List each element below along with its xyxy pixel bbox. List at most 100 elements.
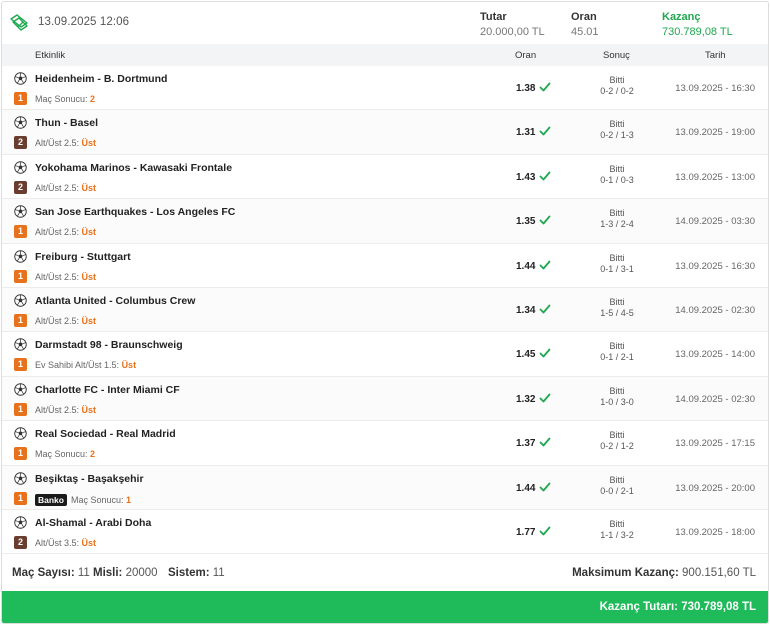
soccer-ball-icon	[14, 338, 27, 352]
stake-block: Tutar 20.000,00 TL	[480, 11, 545, 38]
checkmark-icon	[539, 171, 551, 181]
result-score: 0-1 / 0-3	[600, 174, 634, 185]
soccer-ball-icon	[14, 294, 27, 307]
odd-value: 1.31	[516, 127, 536, 139]
banko-badge: Banko	[35, 493, 67, 506]
col-odds: Oran	[515, 50, 537, 61]
bet-selection: Alt/Üst 2.5: Üst	[35, 227, 96, 237]
odd-value: 1.37	[516, 438, 536, 450]
match-name: Atlanta United - Columbus Crew	[35, 294, 196, 307]
odd-value: 1.44	[516, 482, 536, 494]
mbs-badge: 1	[14, 358, 27, 372]
bet-selection: Alt/Üst 2.5: Üst	[35, 183, 96, 193]
odd-value: 1.34	[516, 304, 536, 316]
match-name: San Jose Earthquakes - Los Angeles FC	[35, 206, 236, 219]
match-date: 14.09.2025 - 03:30	[675, 216, 755, 228]
col-result: Sonuç	[603, 50, 630, 61]
market-label: Alt/Üst 2.5:	[35, 182, 80, 193]
mbs-badge: 1	[14, 402, 27, 416]
pick-value: Üst	[81, 138, 97, 149]
soccer-ball-icon	[14, 516, 27, 529]
checkmark-icon	[539, 437, 551, 447]
event-row: Al-Shamal - Arabi Doha 2 Alt/Üst 3.5: Üs…	[2, 509, 768, 555]
result-score: 0-1 / 2-1	[600, 352, 634, 363]
result-score: 0-2 / 1-2	[600, 441, 634, 452]
event-row: Freiburg - Stuttgart 1 Alt/Üst 2.5: Üst …	[2, 243, 768, 288]
soccer-ball-icon	[14, 161, 27, 174]
system: Sistem: 11	[168, 567, 225, 579]
total-win-bar: Kazanç Tutarı: 730.789,08 TL	[2, 591, 768, 623]
pick-value: 2	[90, 94, 96, 104]
result-score: 1-1 / 3-2	[600, 529, 634, 540]
odd-value: 1.35	[516, 216, 536, 228]
mbs-badge: 2	[14, 180, 27, 194]
bet-selection: Alt/Üst 2.5: Üst	[35, 405, 96, 415]
match-result: Bitti 0-0 / 2-1	[582, 475, 652, 497]
result-score: 1-3 / 2-4	[600, 219, 634, 230]
match-date: 13.09.2025 - 20:00	[675, 482, 755, 494]
result-status: Bitti	[609, 430, 625, 441]
soccer-ball-icon	[14, 471, 27, 485]
market-label: Ev Sahibi Alt/Üst 1.5:	[35, 360, 120, 371]
match-name: Yokohama Marinos - Kawasaki Frontale	[35, 161, 233, 174]
bet-selection: Alt/Üst 3.5: Üst	[35, 538, 96, 548]
bet-selection: Alt/Üst 2.5: Üst	[35, 272, 96, 282]
market-label: Alt/Üst 2.5:	[35, 227, 80, 238]
checkmark-icon	[539, 215, 551, 225]
mbs-badge: 1	[14, 225, 27, 239]
match-count: Maç Sayısı: 11	[12, 567, 90, 579]
event-row: Beşiktaş - Başakşehir 1 Banko Maç Sonucu:…	[2, 465, 768, 510]
result-status: Bitti	[609, 119, 625, 130]
col-event: Etkinlik	[35, 50, 66, 61]
match-date: 13.09.2025 - 13:00	[675, 171, 755, 183]
match-result: Bitti 1-0 / 3-0	[582, 386, 652, 408]
checkmark-icon	[539, 260, 551, 269]
multiplier: Misli: 20000	[93, 567, 158, 579]
pick-value: 2	[90, 449, 96, 460]
checkmark-icon	[539, 393, 551, 403]
match-date: 13.09.2025 - 14:00	[675, 349, 755, 361]
result-status: Bitti	[609, 252, 625, 263]
match-date: 14.09.2025 - 02:30	[675, 393, 755, 405]
checkmark-icon	[539, 526, 551, 536]
market-label: Alt/Üst 2.5:	[35, 315, 80, 326]
pick-value: Üst	[121, 360, 137, 371]
checkmark-icon	[539, 304, 551, 314]
mbs-badge: 2	[14, 535, 27, 549]
market-label: Maç Sonucu:	[70, 494, 124, 505]
stake-label: Tutar	[480, 11, 507, 23]
match-name: Real Sociedad - Real Madrid	[35, 428, 176, 441]
event-row: Darmstadt 98 - Braunschweig 1 Ev Sahibi …	[2, 332, 768, 377]
result-status: Bitti	[609, 75, 625, 85]
market-label: Maç Sonucu:	[35, 449, 88, 460]
total-win-text: Kazanç Tutarı: 730.789,08 TL	[599, 601, 756, 613]
table-header: Etkinlik Oran Sonuç Tarih	[2, 44, 768, 66]
slip-header: 13.09.2025 12:06 Tutar 20.000,00 TL Oran…	[2, 2, 768, 44]
soccer-ball-icon	[14, 383, 27, 396]
result-status: Bitti	[609, 208, 625, 219]
result-score: 0-0 / 2-1	[600, 485, 634, 496]
match-result: Bitti 0-2 / 1-3	[582, 119, 652, 141]
result-score: 0-2 / 1-3	[600, 130, 634, 141]
max-win: Maksimum Kazanç: 900.151,60 TL	[572, 567, 756, 579]
checkmark-icon	[539, 82, 551, 92]
match-result: Bitti 0-1 / 3-1	[582, 253, 652, 275]
event-row: Atlanta United - Columbus Crew 1 Alt/Üst…	[2, 287, 768, 333]
bet-selection: Maç Sonucu: 2	[35, 449, 95, 459]
odds-block: Oran 45.01	[571, 11, 599, 38]
market-label: Alt/Üst 2.5:	[35, 271, 80, 282]
mbs-badge: 1	[14, 92, 27, 105]
result-status: Bitti	[609, 296, 625, 307]
result-status: Bitti	[609, 341, 625, 352]
market-label: Alt/Üst 2.5:	[35, 404, 80, 415]
match-date: 14.09.2025 - 02:30	[675, 304, 755, 316]
pick-value: Üst	[81, 271, 97, 282]
bet-selection: Ev Sahibi Alt/Üst 1.5: Üst	[35, 360, 136, 370]
odd-value: 1.32	[516, 393, 536, 405]
result-score: 1-0 / 3-0	[600, 396, 634, 407]
slip-date: 13.09.2025 12:06	[38, 16, 130, 28]
checkmark-icon	[539, 482, 551, 491]
result-status: Bitti	[609, 163, 625, 174]
match-date: 13.09.2025 - 17:15	[675, 438, 755, 450]
stake-value: 20.000,00 TL	[480, 26, 545, 38]
